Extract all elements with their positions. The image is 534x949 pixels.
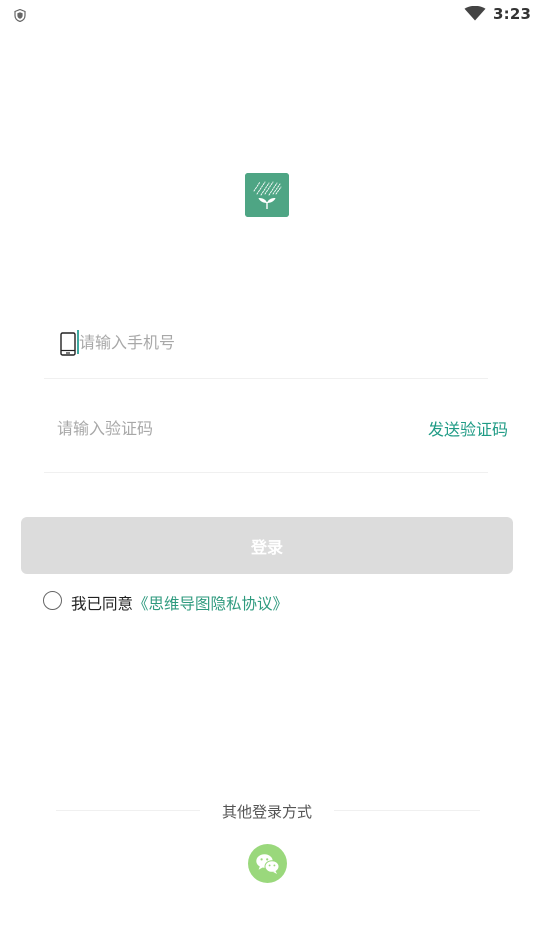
app-logo xyxy=(245,173,289,217)
send-code-button[interactable]: 发送验证码 xyxy=(428,416,508,440)
code-row: 发送验证码 xyxy=(44,400,508,473)
divider-left xyxy=(56,810,200,811)
agreement-text: 我已同意《思维导图隐私协议》 xyxy=(71,592,288,614)
status-time: 3:23 xyxy=(493,5,532,23)
phone-input[interactable] xyxy=(79,328,459,356)
wechat-icon xyxy=(256,854,280,874)
login-button[interactable]: 登录 xyxy=(21,517,513,574)
phone-icon xyxy=(60,332,76,356)
phone-row xyxy=(44,320,488,379)
wifi-icon xyxy=(464,5,486,21)
divider-right xyxy=(334,810,480,811)
code-input[interactable] xyxy=(57,414,357,442)
privacy-policy-link[interactable]: 《思维导图隐私协议》 xyxy=(133,595,288,613)
shield-icon xyxy=(14,7,26,23)
agree-checkbox[interactable] xyxy=(43,591,62,610)
agreement-prefix: 我已同意 xyxy=(71,595,134,613)
wechat-login-button[interactable] xyxy=(248,844,287,883)
status-bar: 3:23 xyxy=(0,0,534,28)
app-logo-icon xyxy=(245,173,289,217)
other-login-label: 其他登录方式 xyxy=(221,803,312,821)
